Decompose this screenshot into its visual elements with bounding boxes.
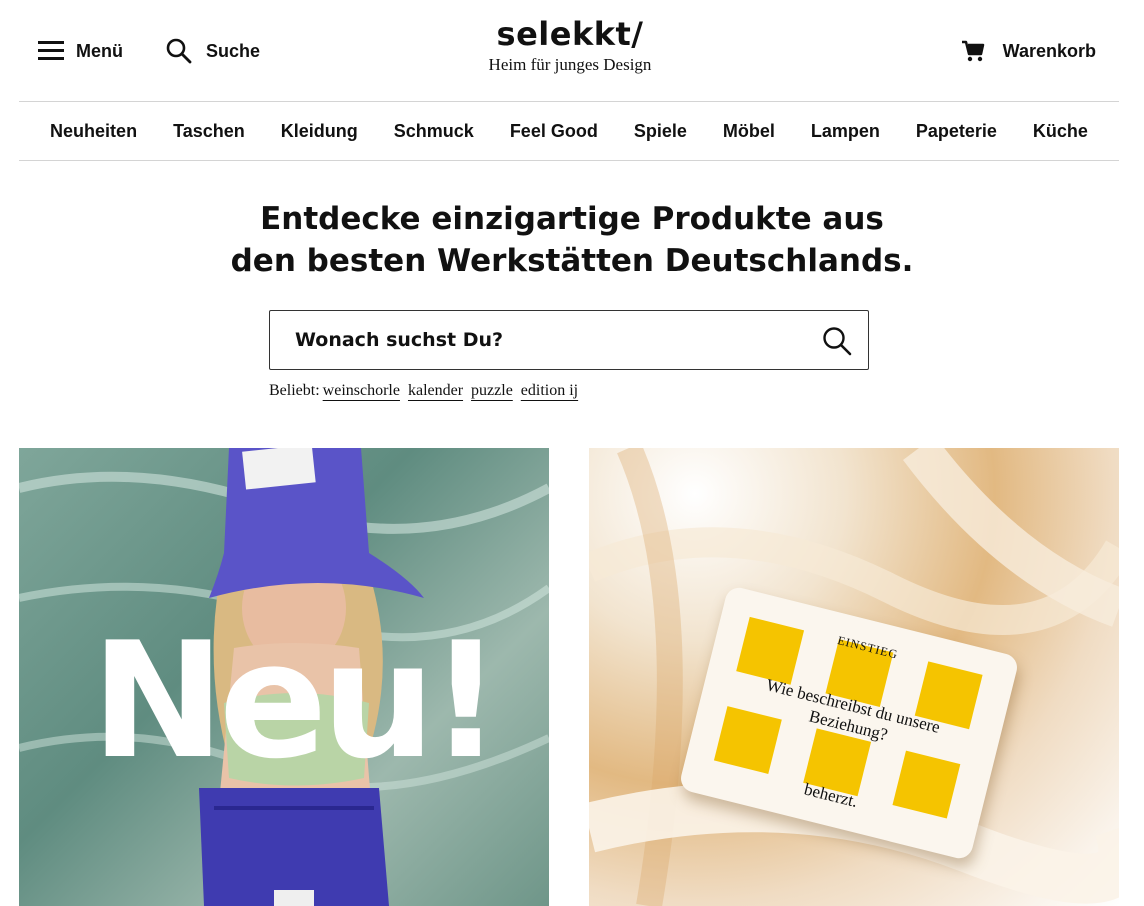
cart-label: Warenkorb [1002, 40, 1096, 61]
nav-item-taschen[interactable]: Taschen [173, 121, 245, 142]
tile-new-products[interactable]: Neu! [19, 448, 549, 906]
popular-tag-weinschorle[interactable]: weinschorle [323, 382, 400, 400]
hero-title-line1: Entdecke einzigartige Produkte aus [260, 201, 884, 237]
popular-searches: Beliebt: weinschorle kalender puzzle edi… [269, 382, 578, 400]
search-icon [166, 38, 192, 64]
search-icon [823, 327, 852, 356]
nav-divider [19, 160, 1119, 161]
nav-item-papeterie[interactable]: Papeterie [916, 121, 997, 142]
popular-tag-puzzle[interactable]: puzzle [471, 382, 513, 400]
tagline: Heim für junges Design [488, 55, 652, 74]
tile-overlay-text: Neu! [91, 607, 502, 794]
nav-item-moebel[interactable]: Möbel [723, 121, 775, 142]
popular-tag-edition-ij[interactable]: edition ij [521, 382, 578, 400]
nav-item-lampen[interactable]: Lampen [811, 121, 880, 142]
hero-title-line2: den besten Werkstätten Deutschlands. [230, 243, 914, 279]
cart-icon [961, 40, 984, 62]
popular-label: Beliebt: [269, 382, 320, 399]
logo-text: selekkt/ [496, 15, 644, 53]
nav-item-kleidung[interactable]: Kleidung [281, 121, 358, 142]
cart-button[interactable]: Warenkorb [961, 32, 1096, 70]
category-nav: Neuheiten Taschen Kleidung Schmuck Feel … [19, 102, 1119, 160]
nav-item-schmuck[interactable]: Schmuck [394, 121, 474, 142]
search-label: Suche [206, 40, 261, 61]
tile-card-game[interactable]: EINSTIEG Wie beschreibst du unsere Bezie… [589, 448, 1119, 906]
hero-search-box [269, 310, 869, 370]
hero-search-submit[interactable] [822, 326, 852, 361]
nav-item-feel-good[interactable]: Feel Good [510, 121, 598, 142]
hero-search-input[interactable] [295, 329, 795, 351]
search-button[interactable]: Suche [166, 32, 260, 70]
nav-item-neuheiten[interactable]: Neuheiten [50, 121, 137, 142]
menu-button[interactable]: Menü [38, 32, 123, 70]
site-logo[interactable]: selekkt/ Heim für junges Design [400, 14, 740, 76]
nav-item-kueche[interactable]: Küche [1033, 121, 1088, 142]
hero-title: Entdecke einzigartige Produkte aus den b… [172, 198, 972, 282]
hamburger-icon [38, 41, 64, 61]
site-header: Menü Suche selekkt/ Heim für junges Desi… [0, 0, 1144, 101]
menu-label: Menü [76, 40, 123, 61]
nav-item-spiele[interactable]: Spiele [634, 121, 687, 142]
popular-tag-kalender[interactable]: kalender [408, 382, 463, 400]
